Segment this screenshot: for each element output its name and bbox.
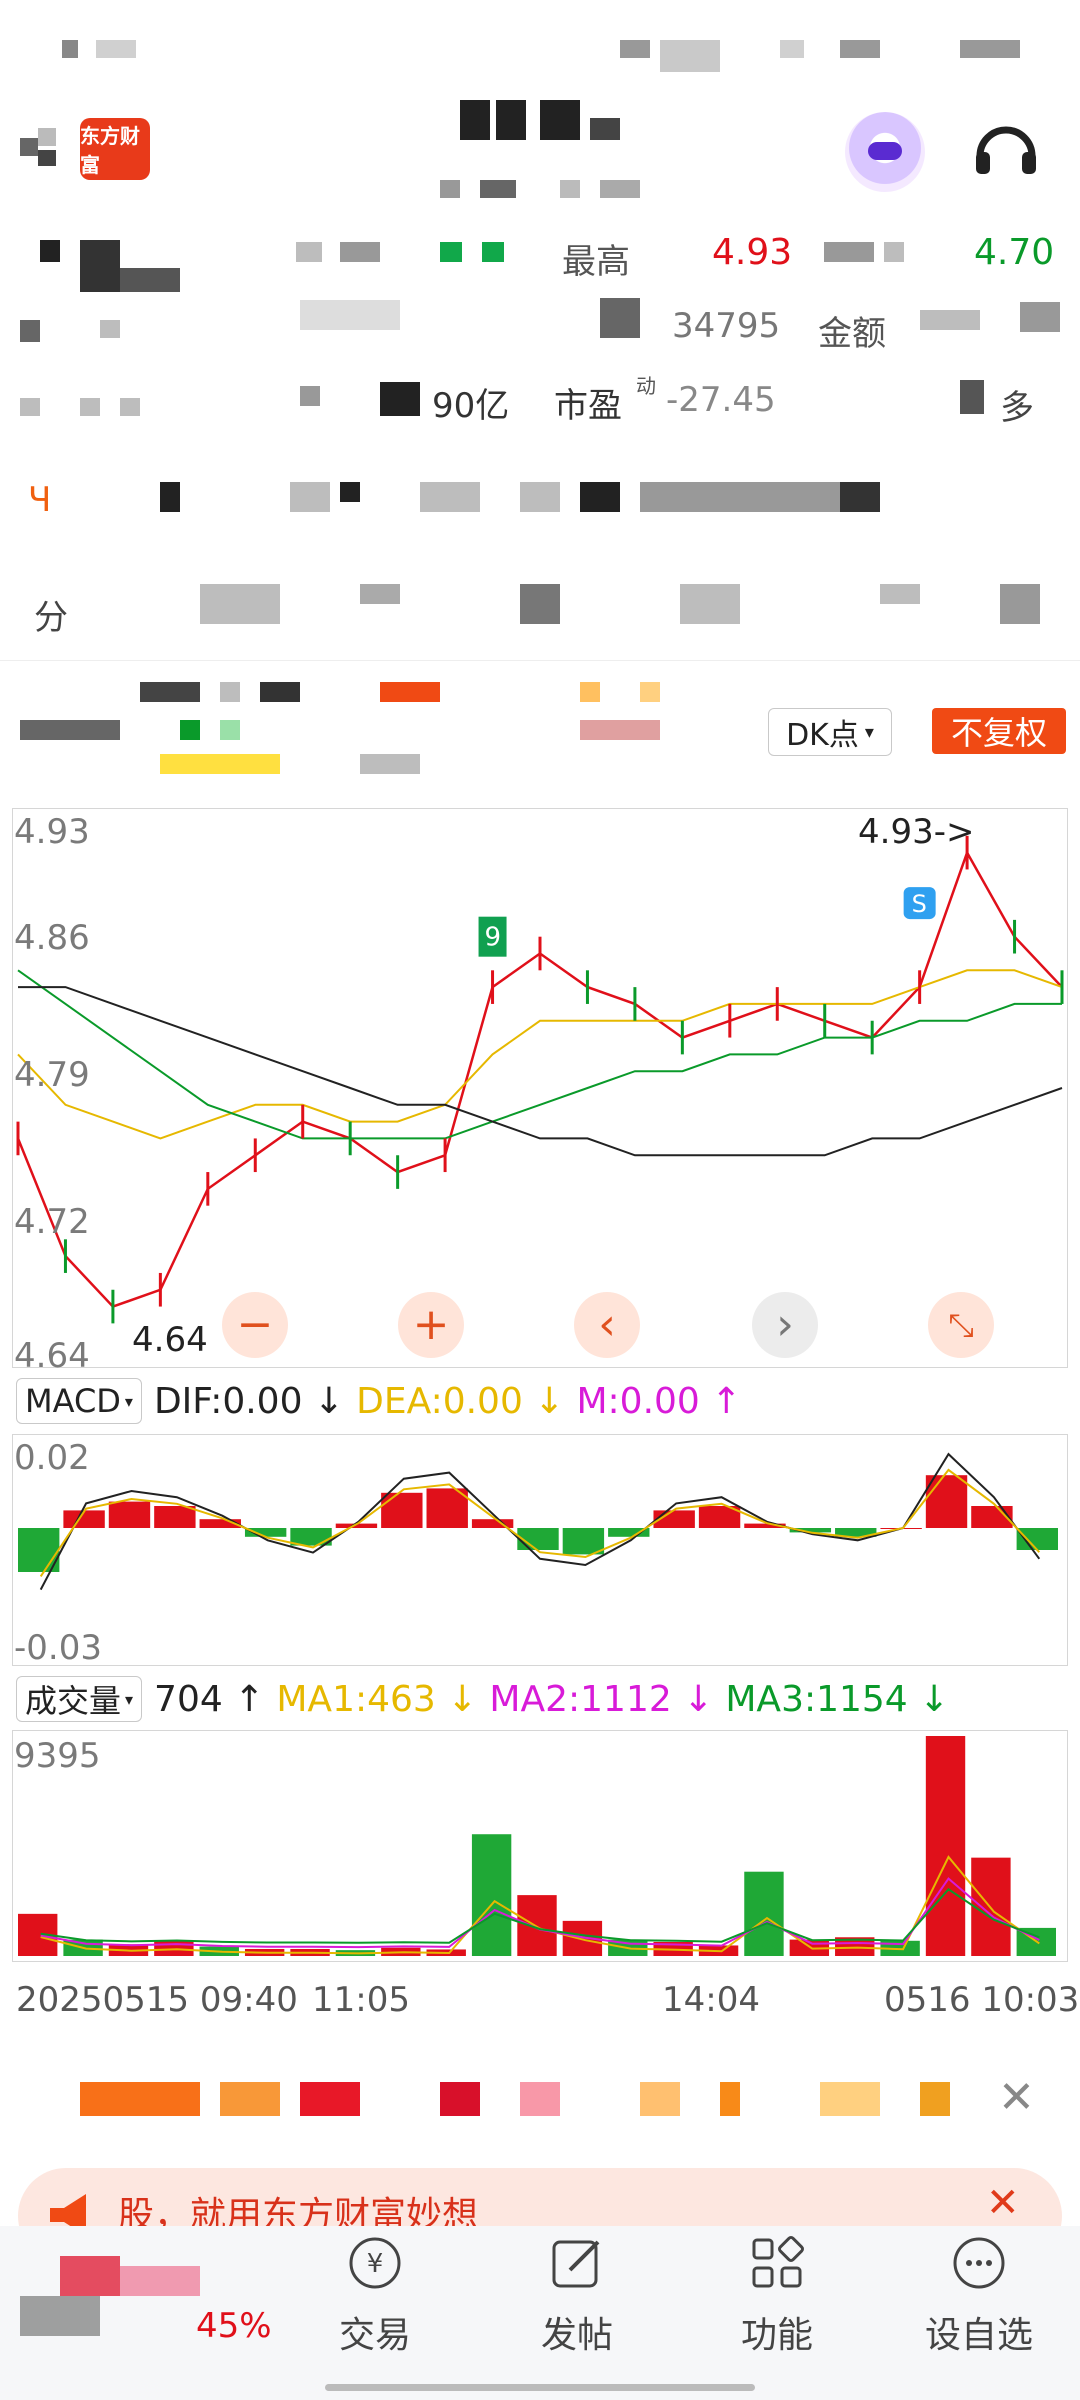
market-cap-value: 90亿 [432,386,510,426]
volume-ma3: MA3:1154 ↓ [725,1678,950,1720]
macd-chart[interactable] [12,1434,1068,1666]
time-label-0: 20250515 09:40 [16,1980,298,2020]
customer-service-icon[interactable] [972,112,1040,188]
low-callout: 4.64 [132,1320,208,1360]
more-quote-button[interactable]: 多 [1000,380,1034,429]
zoom-out-button[interactable]: − [222,1292,288,1358]
promo-row[interactable]: ✕ [0,2070,1080,2130]
macd-bar [925,1475,968,1528]
fullscreen-icon[interactable]: ⤡ [928,1292,994,1358]
app-logo: 东方财富 [80,118,150,180]
scroll-right-button[interactable]: › [752,1292,818,1358]
price-line-3 [18,986,1063,1157]
high-value: 4.93 [712,232,793,273]
more-dots-icon [950,2234,1008,2292]
pe-superscript: 动 [636,374,656,398]
dk-point-label: DK点 [786,718,859,753]
detail-tabs[interactable]: 分 [0,550,1080,661]
nav-trade[interactable]: ¥ 交易 [310,2234,440,2358]
close-icon[interactable]: ✕ [998,2072,1035,2123]
price-y-label-1: 4.86 [14,918,90,958]
macd-bottom-label: -0.03 [14,1628,102,1668]
sell-marker: S [912,890,927,918]
scroll-left-button[interactable]: ‹ [574,1292,640,1358]
stock-title [440,96,660,206]
price-line-2 [17,969,1062,1140]
ai-assistant-icon[interactable] [845,112,925,192]
time-label-1: 11:05 [312,1980,410,2020]
chevron-down-icon: ▾ [864,721,874,743]
nav-functions[interactable]: 功能 [712,2234,842,2358]
low-value: 4.70 [974,232,1055,273]
period-selector[interactable] [0,670,740,800]
volume-selector[interactable]: 成交量 ▾ [16,1676,143,1722]
ad-close-icon[interactable]: ✕ [986,2180,1020,2226]
price-chart-canvas: B S 9 [16,835,1064,1324]
macd-dif: DIF:0.00 ↓ [153,1380,345,1422]
macd-m: M:0.00 ↑ [576,1380,742,1422]
turnover-value: 34795 [672,306,781,346]
macd-dea: DEA:0.00 ↓ [356,1380,565,1422]
volume-max-label: 9395 [14,1736,101,1776]
price-y-label-2: 4.79 [14,1055,90,1095]
nav-post[interactable]: 发帖 [512,2234,642,2358]
nine-marker: 9 [485,923,502,953]
macd-legend: MACD ▾ DIF:0.00 ↓ DEA:0.00 ↓ M:0.00 ↑ [16,1378,741,1424]
macd-bar [562,1528,605,1555]
price-y-label-3: 4.72 [14,1202,90,1242]
account-summary[interactable]: 45% [20,2256,272,2366]
yuan-exchange-icon: ¥ [346,2234,404,2292]
svg-text:¥: ¥ [367,2249,384,2279]
volume-bar [744,1871,784,1956]
home-indicator [325,2384,755,2391]
time-label-3: 0516 10:03 [884,1980,1080,2020]
account-change: 45% [196,2306,272,2346]
high-label: 最高 [562,242,630,282]
macd-chart-canvas [18,1452,1058,1591]
price-chart[interactable]: B S 9 [12,808,1068,1368]
volume-chart[interactable] [12,1730,1068,1962]
pe-label: 市盈 [554,386,622,426]
volume-chart-canvas [18,1736,1056,1956]
news-ticker[interactable]: Ч [0,440,1080,551]
grid-icon [748,2234,806,2292]
amount-label: 金额 [818,314,886,354]
time-label-2: 14:04 [662,1980,760,2020]
high-callout: 4.93-> [858,812,975,852]
volume-ma2: MA2:1112 ↓ [489,1678,714,1720]
volume-bar [471,1834,512,1956]
dk-point-selector[interactable]: DK点 ▾ [768,708,892,756]
macd-selector[interactable]: MACD ▾ [16,1378,142,1424]
volume-legend: 成交量 ▾ 704 ↑ MA1:463 ↓ MA2:1112 ↓ MA3:1154… [16,1676,949,1722]
macd-top-label: 0.02 [14,1438,90,1478]
volume-ma1: MA1:463 ↓ [276,1678,478,1720]
back-icon[interactable] [20,128,60,168]
status-bar [0,0,1080,90]
volume-current: 704 ↑ [154,1678,265,1720]
macd-bar [381,1492,423,1528]
volume-bar [925,1736,966,1956]
macd-bar [1016,1528,1058,1550]
quote-panel: 最高 4.93 4.70 34795 金额 90亿 市盈 动 -27.45 多 [0,220,1080,440]
price-y-label-4: 4.64 [14,1336,90,1376]
macd-bar [108,1501,151,1528]
macd-bar [154,1506,196,1528]
buy-marker: B [57,1177,73,1205]
price-y-label-0: 4.93 [14,812,90,852]
price-line-1 [17,969,1063,1140]
rights-adjust-button[interactable]: 不复权 [932,708,1066,754]
price-line-0 [16,849,1063,1309]
zoom-in-button[interactable]: + [398,1292,464,1358]
nav-add-watchlist[interactable]: 设自选 [914,2234,1044,2358]
pe-value: -27.45 [666,380,776,420]
edit-icon [548,2234,606,2292]
volume-bar [517,1895,557,1956]
